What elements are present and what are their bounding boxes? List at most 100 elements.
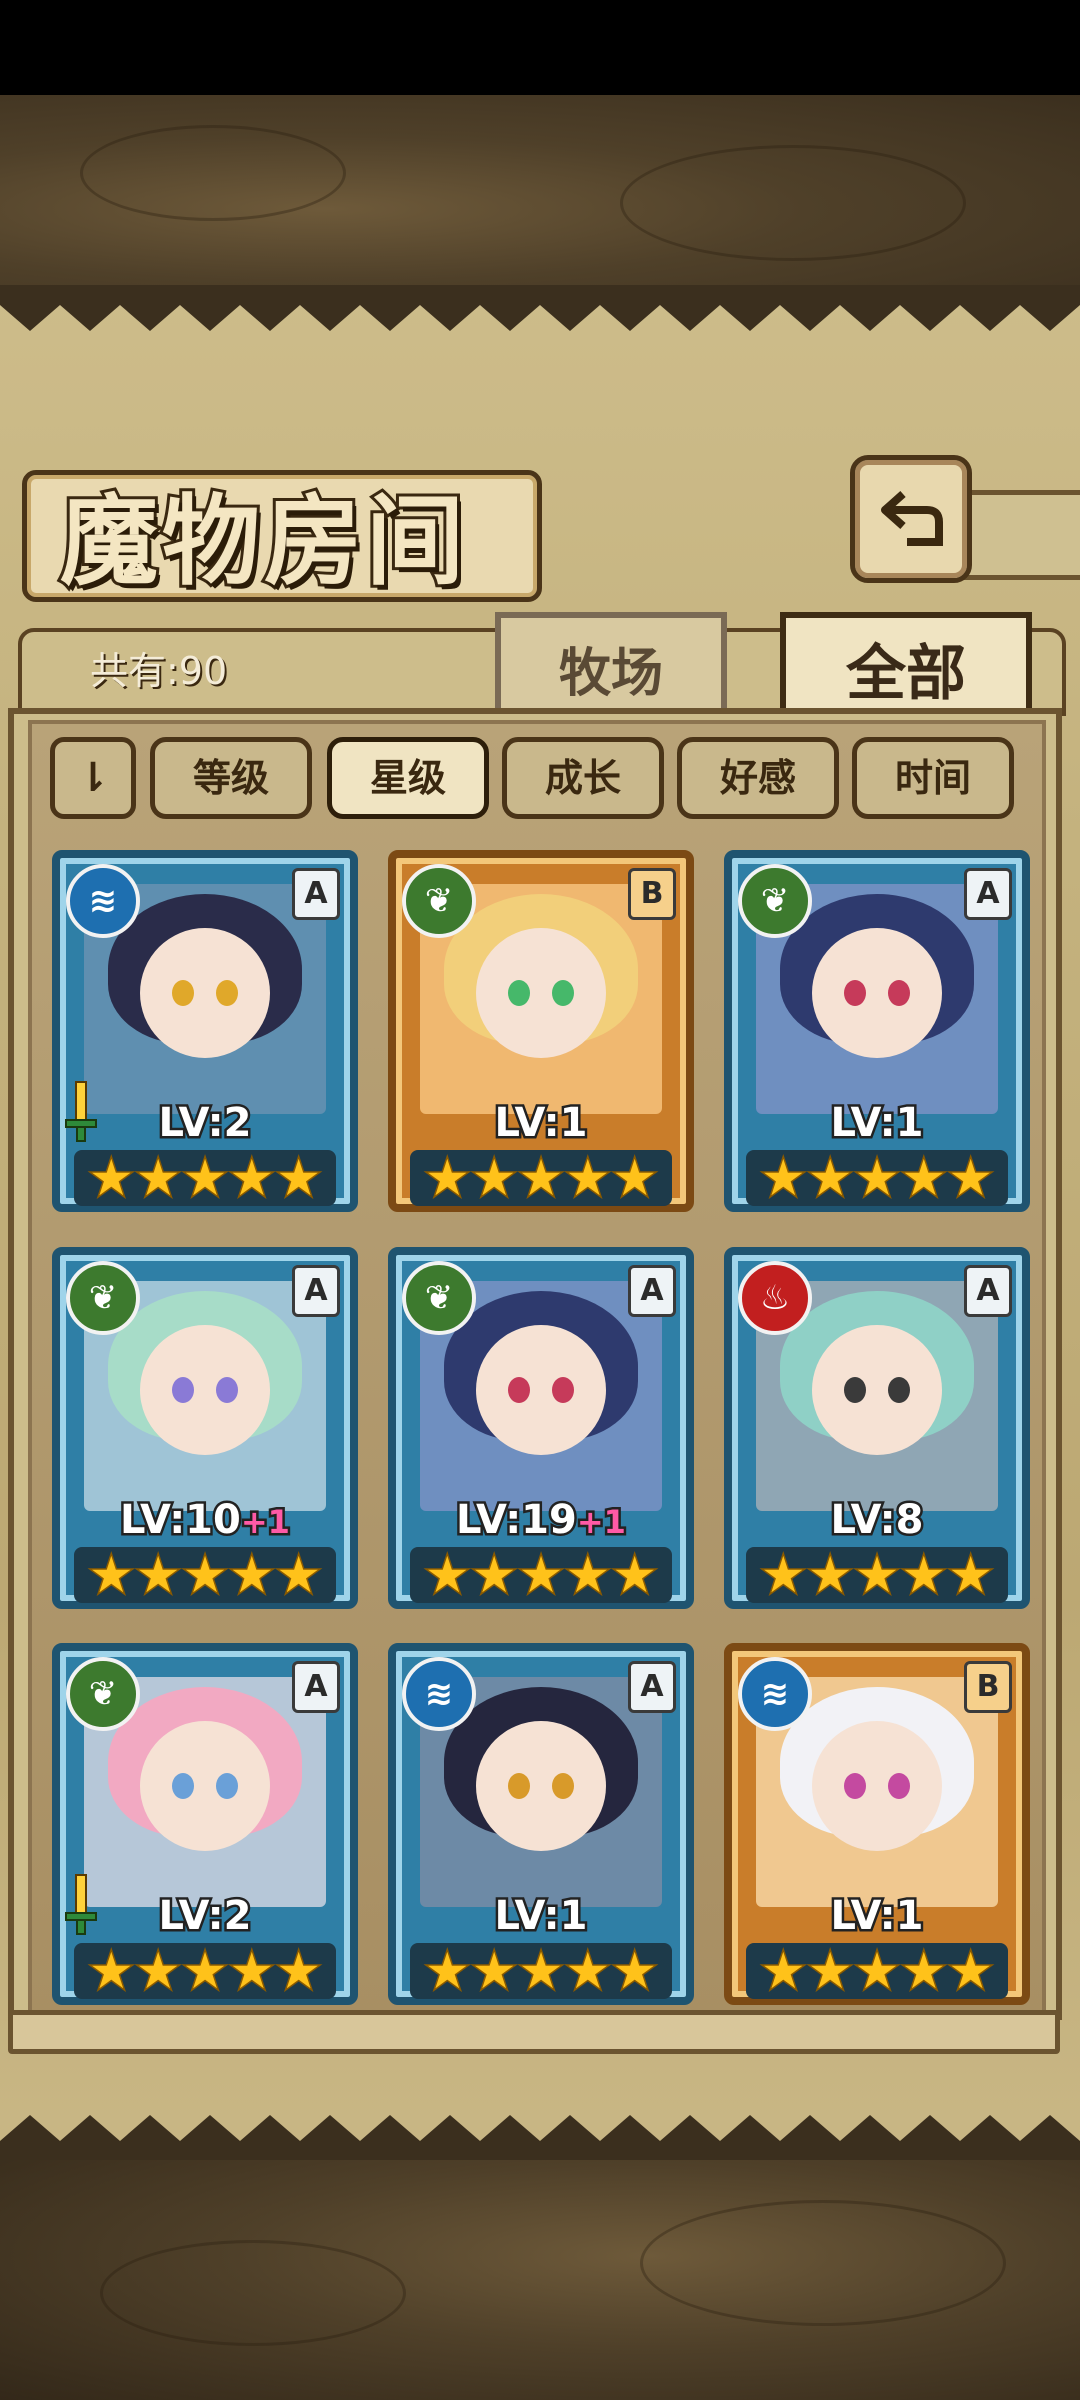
star-icon: ★ xyxy=(853,1942,901,2001)
rank-badge: A xyxy=(292,1661,340,1713)
monster-card[interactable]: ❦ B LV:1 ★ ★ ★ ★ ★ xyxy=(388,850,694,1212)
weapon-equipped-icon xyxy=(65,1081,97,1142)
page-title: 魔物房间 xyxy=(57,481,469,602)
star-icon: ★ xyxy=(947,1149,995,1208)
star-rating: ★ ★ ★ ★ ★ xyxy=(746,1942,1008,2001)
monster-card[interactable]: ≋ A LV:2 ★ ★ ★ ★ ★ xyxy=(52,850,358,1212)
star-icon: ★ xyxy=(181,1942,229,2001)
level-value: LV:2 xyxy=(156,1891,254,1942)
star-icon: ★ xyxy=(947,1942,995,2001)
star-icon: ★ xyxy=(517,1149,565,1208)
monster-card[interactable]: ♨ A LV:8 ★ ★ ★ ★ ★ xyxy=(724,1247,1030,1609)
rank-badge: B xyxy=(628,868,676,920)
star-icon: ★ xyxy=(470,1942,518,2001)
star-icon: ★ xyxy=(947,1546,995,1605)
level-value: LV:19 xyxy=(454,1495,580,1546)
star-icon: ★ xyxy=(470,1149,518,1208)
star-icon: ★ xyxy=(87,1546,135,1605)
leaf-element-icon: ❦ xyxy=(402,1261,476,1335)
sort-level-button[interactable]: 等级 xyxy=(150,737,312,819)
water-element-icon: ≋ xyxy=(66,864,140,938)
map-background-bottom xyxy=(0,2160,1080,2400)
star-icon: ★ xyxy=(134,1546,182,1605)
star-icon: ★ xyxy=(134,1942,182,2001)
star-rating: ★ ★ ★ ★ ★ xyxy=(74,1149,336,1208)
sort-order-icon: ⇂ xyxy=(76,755,110,801)
rank-badge: A xyxy=(964,1265,1012,1317)
star-icon: ★ xyxy=(228,1149,276,1208)
star-icon: ★ xyxy=(423,1546,471,1605)
sort-growth-button[interactable]: 成长 xyxy=(502,737,664,819)
star-icon: ★ xyxy=(806,1149,854,1208)
rank-badge: A xyxy=(628,1265,676,1317)
star-icon: ★ xyxy=(900,1546,948,1605)
star-icon: ★ xyxy=(900,1149,948,1208)
star-icon: ★ xyxy=(853,1149,901,1208)
star-icon: ★ xyxy=(806,1546,854,1605)
level-value: LV:1 xyxy=(492,1891,590,1942)
panel-footer-bar xyxy=(8,2010,1060,2054)
star-icon: ★ xyxy=(228,1942,276,2001)
star-rating: ★ ★ ★ ★ ★ xyxy=(746,1546,1008,1605)
star-icon: ★ xyxy=(564,1942,612,2001)
leaf-element-icon: ❦ xyxy=(66,1657,140,1731)
star-icon: ★ xyxy=(228,1546,276,1605)
monster-card[interactable]: ❦ A LV:2 ★ ★ ★ ★ ★ xyxy=(52,1643,358,2005)
sort-stars-button[interactable]: 星级 xyxy=(327,737,489,819)
star-rating: ★ ★ ★ ★ ★ xyxy=(746,1149,1008,1208)
level-label: LV:1 xyxy=(732,1098,1022,1149)
star-icon: ★ xyxy=(517,1546,565,1605)
rank-badge: A xyxy=(628,1661,676,1713)
star-icon: ★ xyxy=(806,1942,854,2001)
star-icon: ★ xyxy=(275,1942,323,2001)
sort-affection-button[interactable]: 好感 xyxy=(677,737,839,819)
level-value: LV:1 xyxy=(828,1891,926,1942)
zigzag-border-bottom xyxy=(0,2115,1080,2161)
water-element-icon: ≋ xyxy=(738,1657,812,1731)
star-icon: ★ xyxy=(181,1546,229,1605)
status-bar xyxy=(0,0,1080,95)
map-background-top xyxy=(0,95,1080,285)
star-rating: ★ ★ ★ ★ ★ xyxy=(410,1942,672,2001)
level-value: LV:1 xyxy=(492,1098,590,1149)
level-value: LV:8 xyxy=(828,1495,926,1546)
star-rating: ★ ★ ★ ★ ★ xyxy=(74,1942,336,2001)
star-rating: ★ ★ ★ ★ ★ xyxy=(74,1546,336,1605)
level-bonus: +1 xyxy=(574,1501,628,1544)
star-icon: ★ xyxy=(423,1942,471,2001)
level-value: LV:10 xyxy=(118,1495,244,1546)
level-value: LV:2 xyxy=(156,1098,254,1149)
rank-badge: A xyxy=(292,868,340,920)
star-icon: ★ xyxy=(517,1942,565,2001)
back-button[interactable] xyxy=(850,455,972,583)
rank-badge: A xyxy=(964,868,1012,920)
sort-time-button[interactable]: 时间 xyxy=(852,737,1014,819)
star-icon: ★ xyxy=(611,1546,659,1605)
level-label: LV:1 xyxy=(396,1891,686,1942)
monster-card[interactable]: ❦ A LV:19+1 ★ ★ ★ ★ ★ xyxy=(388,1247,694,1609)
level-label: LV:1 xyxy=(732,1891,1022,1942)
level-label: LV:19+1 xyxy=(396,1495,686,1546)
star-icon: ★ xyxy=(853,1546,901,1605)
monster-card[interactable]: ❦ A LV:10+1 ★ ★ ★ ★ ★ xyxy=(52,1247,358,1609)
leaf-element-icon: ❦ xyxy=(738,864,812,938)
level-label: LV:1 xyxy=(396,1098,686,1149)
monster-card[interactable]: ≋ A LV:1 ★ ★ ★ ★ ★ xyxy=(388,1643,694,2005)
monster-card[interactable]: ❦ A LV:1 ★ ★ ★ ★ ★ xyxy=(724,850,1030,1212)
return-arrow-icon xyxy=(881,491,943,546)
leaf-element-icon: ❦ xyxy=(402,864,476,938)
level-label: LV:10+1 xyxy=(60,1495,350,1546)
sort-order-toggle[interactable]: ⇂ xyxy=(50,737,136,819)
level-label: LV:2 xyxy=(60,1098,350,1149)
monster-card[interactable]: ≋ B LV:1 ★ ★ ★ ★ ★ xyxy=(724,1643,1030,2005)
star-icon: ★ xyxy=(275,1149,323,1208)
rank-badge: B xyxy=(964,1661,1012,1713)
star-icon: ★ xyxy=(900,1942,948,2001)
leaf-element-icon: ❦ xyxy=(66,1261,140,1335)
level-label: LV:2 xyxy=(60,1891,350,1942)
weapon-equipped-icon xyxy=(65,1874,97,1935)
water-element-icon: ≋ xyxy=(402,1657,476,1731)
total-count-label: 共有:90 xyxy=(90,649,228,693)
star-icon: ★ xyxy=(134,1149,182,1208)
star-icon: ★ xyxy=(564,1546,612,1605)
